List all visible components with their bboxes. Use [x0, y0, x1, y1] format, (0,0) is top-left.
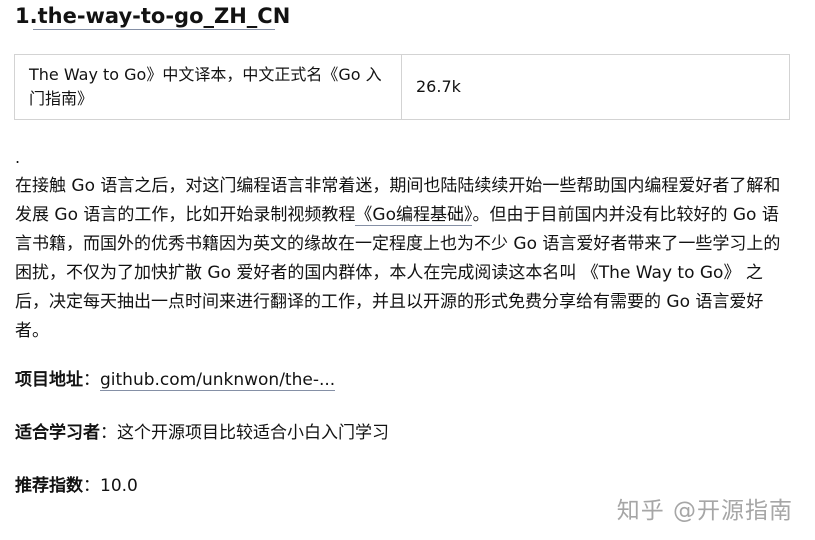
- rating-sep: ：: [83, 476, 100, 496]
- suitable-learners-line: 适合学习者：这个开源项目比较适合小白入门学习: [15, 421, 389, 445]
- page-title: 1.the-way-to-go_ZH_CN: [15, 4, 291, 28]
- rating-value: 10.0: [100, 476, 138, 496]
- rating-label: 推荐指数: [15, 476, 83, 496]
- leading-dot: .: [15, 148, 21, 167]
- suitable-learners-label: 适合学习者: [15, 423, 100, 443]
- project-address-label: 项目地址: [15, 370, 83, 390]
- repo-info-table: The Way to Go》中文译本，中文正式名《Go 入门指南》 26.7k: [14, 54, 790, 120]
- description-paragraph: 在接触 Go 语言之后，对这门编程语言非常着迷，期间也陆陆续续开始一些帮助国内编…: [15, 172, 795, 346]
- title-link-underline: [33, 29, 275, 30]
- project-address-link[interactable]: github.com/unknwon/the-...: [100, 370, 336, 391]
- project-address-sep: ：: [83, 370, 100, 390]
- table-cell-description: The Way to Go》中文译本，中文正式名《Go 入门指南》: [14, 54, 402, 120]
- table-cell-stars: 26.7k: [401, 54, 790, 120]
- zhihu-watermark: 知乎 @开源指南: [616, 498, 793, 524]
- table-row: The Way to Go》中文译本，中文正式名《Go 入门指南》 26.7k: [14, 54, 790, 120]
- course-link[interactable]: 《Go编程基础》: [355, 205, 473, 226]
- project-address-line: 项目地址：github.com/unknwon/the-...: [15, 368, 336, 392]
- suitable-learners-value: 这个开源项目比较适合小白入门学习: [117, 423, 389, 443]
- rating-line: 推荐指数：10.0: [15, 474, 138, 498]
- suitable-learners-sep: ：: [100, 423, 117, 443]
